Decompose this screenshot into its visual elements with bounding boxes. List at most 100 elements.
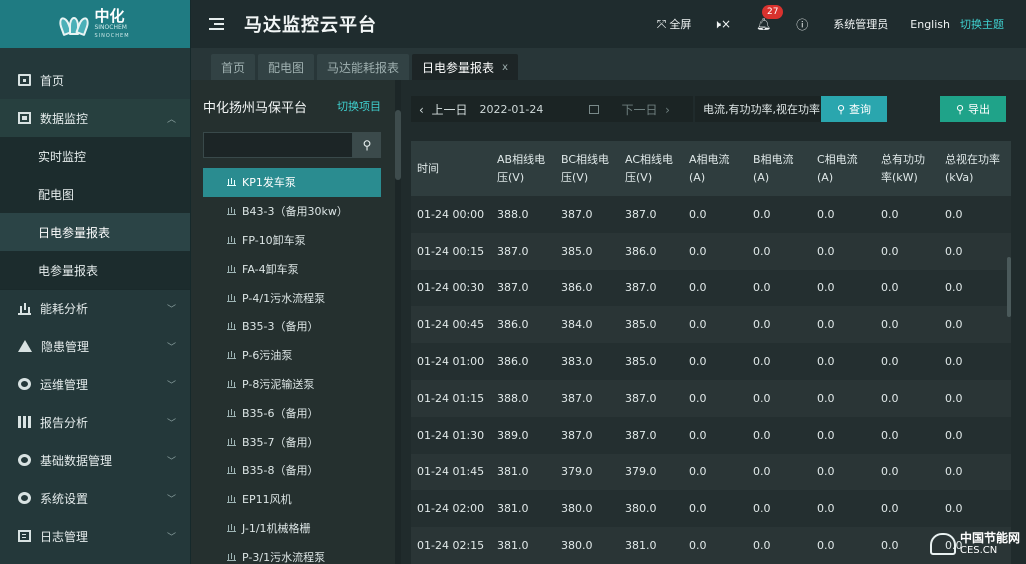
value-cell: 0.0 (683, 196, 747, 233)
sidebar-subitem-realtime[interactable]: 实时监控 (0, 137, 190, 175)
device-label: FA-4卸车泵 (242, 262, 299, 276)
device-item[interactable]: KP1发车泵 (203, 168, 381, 197)
sidebar-item-label: 首页 (40, 73, 65, 88)
sidebar-subitem-daily-report[interactable]: 日电参量报表 (0, 213, 190, 251)
device-icon (227, 524, 236, 532)
sidebar-subitem-distribution[interactable]: 配电图 (0, 175, 190, 213)
user-menu[interactable]: 系统管理员 (833, 16, 888, 32)
table-row: 01-24 01:45 381.0 379.0 379.0 0.0 0.0 0.0 0.0 0.… (411, 453, 1011, 491)
home-icon (18, 74, 31, 86)
device-item[interactable]: B35-8（备用） (203, 456, 381, 485)
table-scrollbar-thumb[interactable] (1007, 257, 1011, 317)
device-item[interactable]: P-4/1污水流程泵 (203, 283, 381, 312)
sidebar-subitem-electric-report[interactable]: 电参量报表 (0, 251, 190, 289)
sidebar-item-maintenance[interactable]: 运维管理 ﹀ (0, 365, 190, 403)
value-cell: 379.0 (555, 453, 619, 491)
fullscreen-button[interactable]: ⤧ 全屏 (657, 16, 692, 32)
sidebar-item-settings[interactable]: 系统设置 ﹀ (0, 479, 190, 517)
device-item[interactable]: B43-3（备用30kw） (203, 197, 381, 226)
sidebar-item-hazard[interactable]: 隐患管理 ﹀ (0, 327, 190, 365)
device-search-button[interactable]: ⚲ (353, 132, 381, 158)
device-label: P-3/1污水流程泵 (242, 550, 326, 564)
device-item[interactable]: P-3/1污水流程泵 (203, 542, 381, 564)
mute-button[interactable]: 🕨× (713, 17, 734, 32)
export-button[interactable]: ⚲ 导出 (940, 96, 1006, 122)
chevron-down-icon: ﹀ (166, 418, 176, 429)
device-item[interactable]: J-1/1机械格栅 (203, 514, 381, 543)
device-item[interactable]: B35-3（备用） (203, 312, 381, 341)
language-switch[interactable]: English (910, 18, 950, 31)
database-icon (18, 454, 31, 466)
value-cell: 0.0 (811, 269, 875, 307)
value-cell: 0.0 (939, 416, 1011, 454)
prev-day-label: 上一日 (431, 102, 468, 117)
sidebar-item-data-monitor[interactable]: 数据监控 ︿ (0, 99, 190, 137)
next-day-button[interactable]: 下一日 › (613, 101, 677, 118)
value-cell: 0.0 (875, 232, 939, 270)
time-cell: 01-24 00:00 (411, 196, 491, 233)
value-cell: 0.0 (875, 379, 939, 417)
value-cell: 381.0 (491, 490, 555, 528)
query-button[interactable]: ⚲ 查询 (821, 96, 887, 122)
value-cell: 0.0 (875, 196, 939, 233)
metric-select[interactable]: 电流,有功功率,视在功率 (695, 96, 821, 122)
help-button[interactable]: ⓘ (796, 16, 811, 33)
value-cell: 380.0 (555, 490, 619, 528)
value-cell: 387.0 (555, 416, 619, 454)
calendar-icon[interactable] (589, 104, 600, 114)
value-cell: 0.0 (683, 269, 747, 307)
value-cell: 0.0 (811, 416, 875, 454)
time-cell: 01-24 01:45 (411, 453, 491, 491)
device-item[interactable]: FP-10卸车泵 (203, 226, 381, 255)
device-label: FP-10卸车泵 (242, 233, 306, 247)
device-item[interactable]: B35-6（备用） (203, 398, 381, 427)
value-cell: 389.0 (491, 416, 555, 454)
value-cell: 0.0 (811, 306, 875, 344)
device-item[interactable]: P-8污泥输送泵 (203, 370, 381, 399)
column-header: A相电流(A) (683, 141, 747, 196)
report-table: 时间 AB相线电压(V) BC相线电压(V) AC相线电压(V) A相电流(A)… (411, 141, 1011, 564)
value-cell: 0.0 (939, 196, 1011, 233)
theme-switch[interactable]: 切换主题 (960, 16, 1004, 32)
value-cell: 0.0 (811, 527, 875, 564)
device-label: P-4/1污水流程泵 (242, 291, 326, 305)
menu-toggle-icon[interactable] (209, 18, 224, 30)
search-icon: ⚲ (836, 102, 846, 116)
log-icon (18, 530, 31, 542)
tab-distribution[interactable]: 配电图 (258, 54, 315, 80)
device-search-input[interactable] (203, 132, 353, 158)
switch-project-link[interactable]: 切换项目 (337, 98, 381, 114)
table-row: 01-24 00:15 387.0 385.0 386.0 0.0 0.0 0.0 0.0 0.… (411, 232, 1011, 270)
table-row: 01-24 02:00 381.0 380.0 380.0 0.0 0.0 0.0 0.0 0.… (411, 490, 1011, 528)
device-item[interactable]: EP11风机 (203, 485, 381, 514)
notification-button[interactable]: 🔔︎ 27 (756, 5, 784, 31)
table-row: 01-24 01:15 388.0 387.0 387.0 0.0 0.0 0.0 0.0 0.… (411, 379, 1011, 417)
tab-home[interactable]: 首页 (211, 54, 256, 80)
device-label: B35-3（备用） (242, 320, 319, 334)
sidebar-item-report[interactable]: 报告分析 ﹀ (0, 403, 190, 441)
date-picker[interactable]: 2022-01-24 (479, 103, 589, 116)
tab-energy-report[interactable]: 马达能耗报表 (317, 54, 410, 80)
device-item[interactable]: P-6污油泵 (203, 341, 381, 370)
device-item[interactable]: B35-7（备用） (203, 427, 381, 456)
prev-day-button[interactable]: ‹ 上一日 (411, 101, 475, 118)
value-cell: 387.0 (491, 269, 555, 307)
device-item[interactable]: FA-4卸车泵 (203, 254, 381, 283)
table-row: 01-24 01:30 389.0 387.0 387.0 0.0 0.0 0.0 0.0 0.… (411, 416, 1011, 454)
sidebar-item-basic-data[interactable]: 基础数据管理 ﹀ (0, 441, 190, 479)
sidebar-item-home[interactable]: 首页 (0, 61, 190, 99)
sidebar-item-energy[interactable]: 能耗分析 ﹀ (0, 289, 190, 327)
page-tabs: 首页 配电图 马达能耗报表 日电参量报表 x (191, 48, 1026, 80)
tab-daily-report[interactable]: 日电参量报表 x (412, 54, 518, 80)
value-cell: 0.0 (747, 343, 811, 380)
value-cell: 0.0 (811, 379, 875, 417)
project-title: 中化扬州马保平台 (203, 100, 308, 116)
sidebar-item-logs[interactable]: 日志管理 ﹀ (0, 517, 190, 555)
logo[interactable]: 中化 SINOCHEM SINOCHEM (0, 0, 190, 48)
sidebar-item-label: 隐患管理 (41, 339, 90, 354)
sidebar-item-label: 能耗分析 (40, 302, 89, 316)
device-icon (227, 294, 236, 302)
value-cell: 0.0 (875, 416, 939, 454)
logo-name: 中化 (94, 7, 125, 25)
close-icon[interactable]: x (502, 62, 508, 73)
